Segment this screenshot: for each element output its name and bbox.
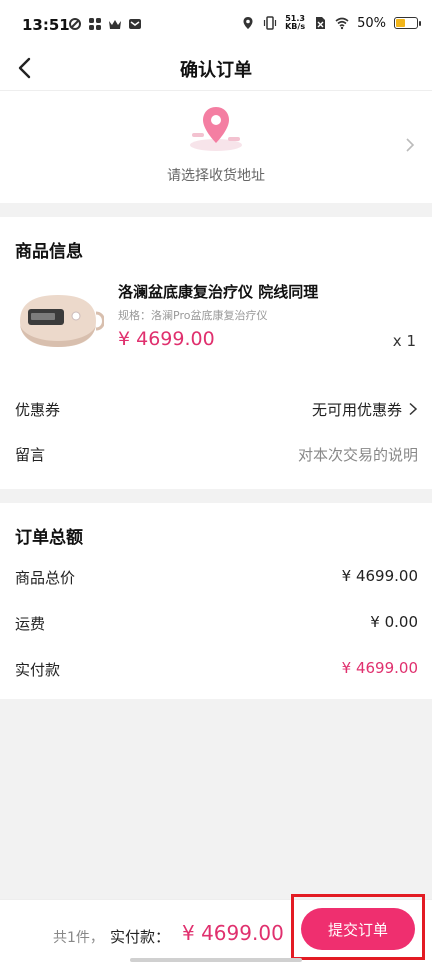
battery-icon — [394, 17, 421, 29]
wifi-icon — [335, 17, 349, 30]
pay-label: 实付款： — [110, 928, 171, 946]
net-speed: 51.3 KB/s — [285, 15, 305, 31]
coupon-label: 优惠券 — [15, 401, 61, 419]
order-total-card: 订单总额 商品总价 ¥ 4699.00 运费 ¥ 0.00 实付款 ¥ 4699… — [0, 503, 432, 699]
address-placeholder: 请选择收货地址 — [167, 168, 265, 184]
product-info-card: 商品信息 洛澜盆底康复治疗仪 院线同理 规格：洛澜Pro盆底康复治疗仪 ¥ 46… — [0, 217, 432, 489]
mail-icon — [129, 19, 141, 29]
coupon-row[interactable]: 优惠券 无可用优惠券 — [15, 399, 418, 421]
paid-label: 实付款 — [15, 661, 61, 679]
battery-percent: 50% — [357, 15, 386, 31]
status-right: 51.3 KB/s 50% — [241, 15, 421, 31]
item-count: 共1件， — [53, 930, 104, 946]
status-bar: 13:51 51.3 KB/s 50% — [0, 0, 432, 48]
product-name: 洛澜盆底康复治疗仪 院线同理 — [118, 283, 319, 301]
net-speed-unit: KB/s — [285, 22, 306, 31]
message-row: 留言 对本次交易的说明 — [15, 444, 418, 466]
product-image[interactable] — [14, 283, 104, 359]
pay-total: ¥ 4699.00 — [182, 921, 284, 945]
page-title: 确认订单 — [180, 60, 252, 81]
notification-icons — [68, 17, 142, 31]
submit-order-button[interactable]: 提交订单 — [301, 908, 415, 950]
coupon-value-wrap: 无可用优惠券 — [312, 399, 418, 420]
status-time: 13:51 — [22, 16, 70, 34]
product-price: ¥ 4699.00 — [118, 328, 215, 350]
product-quantity: x 1 — [392, 332, 416, 350]
shipping-value: ¥ 0.00 — [370, 613, 418, 631]
app-grid-icon — [89, 18, 101, 30]
subtotal-label: 商品总价 — [15, 569, 76, 587]
submit-highlight-box: 提交订单 — [291, 894, 425, 960]
vibrate-icon — [264, 16, 277, 30]
subtotal-value: ¥ 4699.00 — [341, 567, 418, 585]
location-icon — [243, 17, 253, 29]
order-total-title: 订单总额 — [15, 528, 83, 548]
checkout-bar: 共1件， 实付款： ¥ 4699.00 提交订单 — [0, 894, 432, 965]
chevron-right-icon — [409, 402, 418, 416]
no-sim-icon — [316, 17, 326, 29]
location-pin-icon — [190, 107, 242, 151]
paid-row: 实付款 ¥ 4699.00 — [15, 659, 418, 681]
address-selector[interactable]: 请选择收货地址 — [0, 91, 432, 203]
home-indicator[interactable] — [130, 958, 302, 962]
crown-icon — [109, 20, 121, 29]
nav-bar: 确认订单 — [0, 48, 432, 91]
product-section-title: 商品信息 — [15, 242, 83, 262]
paid-value: ¥ 4699.00 — [341, 659, 418, 677]
coupon-value: 无可用优惠券 — [311, 401, 402, 419]
sync-icon — [69, 18, 81, 30]
message-input[interactable]: 对本次交易的说明 — [298, 444, 418, 465]
product-spec: 规格：洛澜Pro盆底康复治疗仪 — [118, 309, 268, 322]
shipping-label: 运费 — [15, 615, 46, 633]
shipping-row: 运费 ¥ 0.00 — [15, 613, 418, 635]
battery-level-fill — [396, 19, 405, 27]
subtotal-row: 商品总价 ¥ 4699.00 — [15, 567, 418, 589]
message-label: 留言 — [15, 446, 46, 464]
chevron-right-icon — [406, 138, 415, 152]
